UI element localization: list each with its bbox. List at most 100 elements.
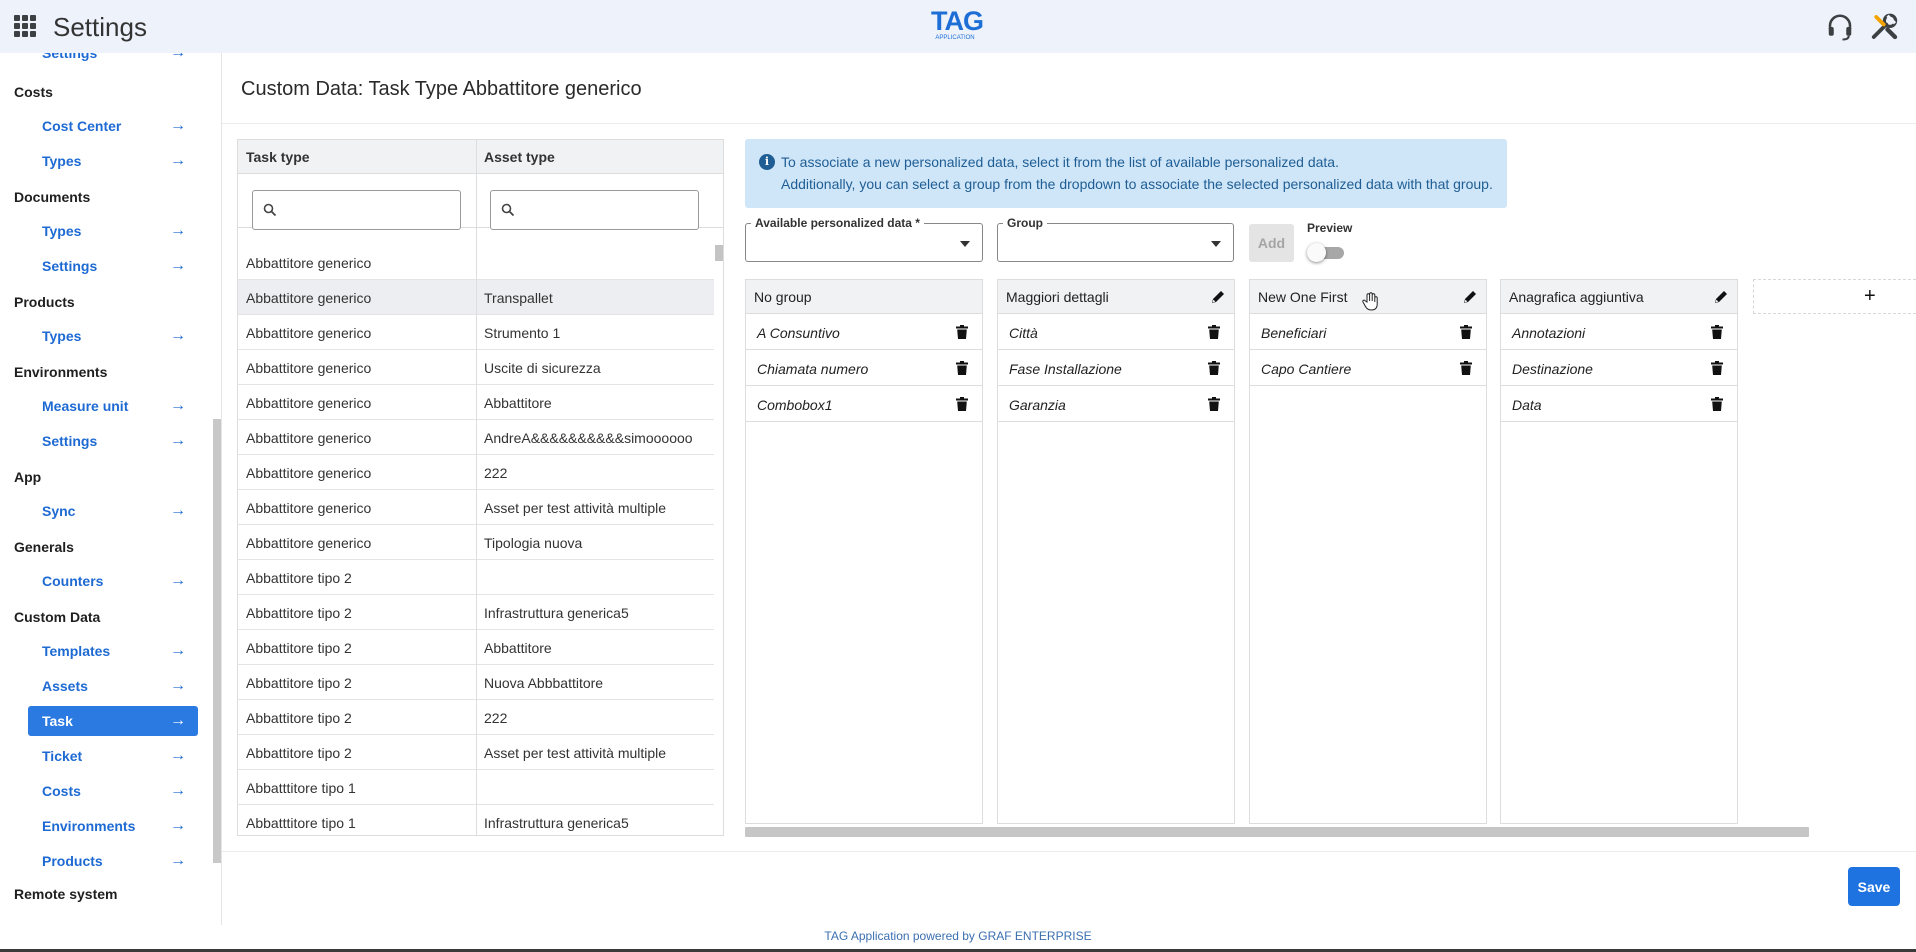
logo-subtext: APPLICATION xyxy=(935,35,975,41)
sidebar-scrollbar[interactable] xyxy=(213,419,221,863)
add-group-button[interactable]: + xyxy=(1753,279,1916,314)
toggle-knob xyxy=(1307,243,1326,262)
sidebar-section-products: Products xyxy=(14,294,75,310)
group-name: New One First xyxy=(1258,289,1348,305)
group-item-label: Chiamata numero xyxy=(757,361,869,377)
cell-task-type: Abbattitore generico xyxy=(246,255,372,271)
sidebar-item-cost-center[interactable]: Cost Center → xyxy=(28,111,198,141)
trash-icon[interactable] xyxy=(1460,325,1472,339)
group-item[interactable]: Data xyxy=(1501,386,1737,422)
sidebar-item-ticket[interactable]: Ticket → xyxy=(28,741,198,771)
sidebar-item-documents-settings[interactable]: Settings → xyxy=(28,251,198,281)
trash-icon[interactable] xyxy=(1208,397,1220,411)
sidebar-item-environments-settings[interactable]: Settings → xyxy=(28,426,198,456)
pencil-icon[interactable] xyxy=(1210,289,1226,305)
cell-task-type: Abbattitore generico xyxy=(246,500,372,516)
asset-type-filter[interactable] xyxy=(490,190,699,230)
trash-icon[interactable] xyxy=(1208,361,1220,375)
group-item-label: Data xyxy=(1512,397,1542,413)
sidebar-item-products-types[interactable]: Types → xyxy=(28,321,198,351)
group-column[interactable]: Anagrafica aggiuntiva Annotazioni Destinaz… xyxy=(1500,279,1738,824)
chevron-down-icon xyxy=(1211,241,1221,247)
info-text-line-1: To associate a new personalized data, se… xyxy=(781,154,1339,170)
group-select[interactable]: Group xyxy=(997,216,1234,262)
horizontal-scrollbar[interactable] xyxy=(745,827,1809,837)
sidebar-item-settings-partial[interactable]: Settings → xyxy=(28,53,198,68)
group-column[interactable]: No group A Consuntivo Chiamata numero Combo… xyxy=(745,279,983,824)
sidebar-item-task[interactable]: Task → xyxy=(28,706,198,736)
group-column[interactable]: New One First Beneficiari Capo Cantiere xyxy=(1249,279,1487,824)
sidebar-item-label: Cost Center xyxy=(42,118,122,134)
arrow-right-icon: → xyxy=(170,432,186,449)
sidebar-item-assets[interactable]: Assets → xyxy=(28,671,198,701)
plus-icon: + xyxy=(1864,285,1876,307)
column-header-asset-type[interactable]: Asset type xyxy=(484,149,555,165)
column-header-task-type[interactable]: Task type xyxy=(246,149,310,165)
tools-icon[interactable] xyxy=(1870,12,1900,42)
save-button[interactable]: Save xyxy=(1848,867,1900,906)
cell-task-type: Abbattitore generico xyxy=(246,325,372,341)
sidebar-item-cd-products[interactable]: Products → xyxy=(28,846,198,876)
sidebar-item-costs-types[interactable]: Types → xyxy=(28,146,198,176)
sidebar-item-cd-environments[interactable]: Environments → xyxy=(28,811,198,841)
pencil-icon[interactable] xyxy=(1462,289,1478,305)
divider xyxy=(222,123,1916,124)
app-header: Settings TAG APPLICATION xyxy=(0,0,1916,53)
available-personalized-data-select[interactable]: Available personalized data * xyxy=(745,216,983,262)
headset-icon[interactable] xyxy=(1825,12,1855,42)
group-item[interactable]: Destinazione xyxy=(1501,350,1737,386)
sidebar-item-label: Types xyxy=(42,328,82,344)
group-item[interactable]: Beneficiari xyxy=(1250,314,1486,350)
group-item[interactable]: Combobox1 xyxy=(746,386,982,422)
group-column[interactable]: Maggiori dettagli Città Fase Installazione… xyxy=(997,279,1235,824)
sidebar-item-documents-types[interactable]: Types → xyxy=(28,216,198,246)
group-item[interactable]: Chiamata numero xyxy=(746,350,982,386)
group-item[interactable]: A Consuntivo xyxy=(746,314,982,350)
group-item[interactable]: Capo Cantiere xyxy=(1250,350,1486,386)
cell-task-type: Abbattitore tipo 2 xyxy=(246,605,352,621)
group-item-label: Beneficiari xyxy=(1261,325,1327,341)
group-item[interactable]: Fase Installazione xyxy=(998,350,1234,386)
sidebar-item-counters[interactable]: Counters → xyxy=(28,566,198,596)
task-type-search-input[interactable] xyxy=(283,191,453,229)
sidebar-item-cd-costs[interactable]: Costs → xyxy=(28,776,198,806)
trash-icon[interactable] xyxy=(1711,361,1723,375)
arrow-right-icon: → xyxy=(170,327,186,344)
arrow-right-icon: → xyxy=(170,712,186,729)
cell-task-type: Abbattitore tipo 2 xyxy=(246,640,352,656)
asset-type-search-input[interactable] xyxy=(521,191,691,229)
cell-task-type: Abbatttitore tipo 1 xyxy=(246,815,356,831)
cell-asset-type: Abbattitore xyxy=(484,395,552,411)
tag-logo: TAG APPLICATION xyxy=(931,8,984,44)
apps-grid-icon[interactable] xyxy=(14,15,36,37)
trash-icon[interactable] xyxy=(1460,361,1472,375)
add-button[interactable]: Add xyxy=(1249,224,1294,262)
trash-icon[interactable] xyxy=(956,325,968,339)
group-name: No group xyxy=(754,289,812,305)
task-asset-table: Task type Asset type Abbattitore generic… xyxy=(237,139,724,836)
sidebar-item-label: Settings xyxy=(42,53,98,61)
page-title: Custom Data: Task Type Abbattitore gener… xyxy=(241,78,642,100)
trash-icon[interactable] xyxy=(956,361,968,375)
trash-icon[interactable] xyxy=(956,397,968,411)
sidebar-item-sync[interactable]: Sync → xyxy=(28,496,198,526)
group-item[interactable]: Città xyxy=(998,314,1234,350)
cell-task-type: Abbatttitore tipo 1 xyxy=(246,780,356,796)
trash-icon[interactable] xyxy=(1711,325,1723,339)
trash-icon[interactable] xyxy=(1711,397,1723,411)
arrow-right-icon: → xyxy=(170,852,186,869)
group-name: Maggiori dettagli xyxy=(1006,289,1109,305)
sidebar-item-label: Counters xyxy=(42,573,104,589)
column-divider xyxy=(476,140,477,835)
sidebar-item-measure-unit[interactable]: Measure unit → xyxy=(28,391,198,421)
group-item[interactable]: Annotazioni xyxy=(1501,314,1737,350)
trash-icon[interactable] xyxy=(1208,325,1220,339)
preview-toggle[interactable] xyxy=(1307,243,1347,262)
task-type-filter[interactable] xyxy=(252,190,461,230)
arrow-right-icon: → xyxy=(170,117,186,134)
cell-task-type: Abbattitore generico xyxy=(246,395,372,411)
sidebar-item-templates[interactable]: Templates → xyxy=(28,636,198,666)
pencil-icon[interactable] xyxy=(1713,289,1729,305)
table-scrollbar[interactable] xyxy=(715,245,723,261)
group-item[interactable]: Garanzia xyxy=(998,386,1234,422)
